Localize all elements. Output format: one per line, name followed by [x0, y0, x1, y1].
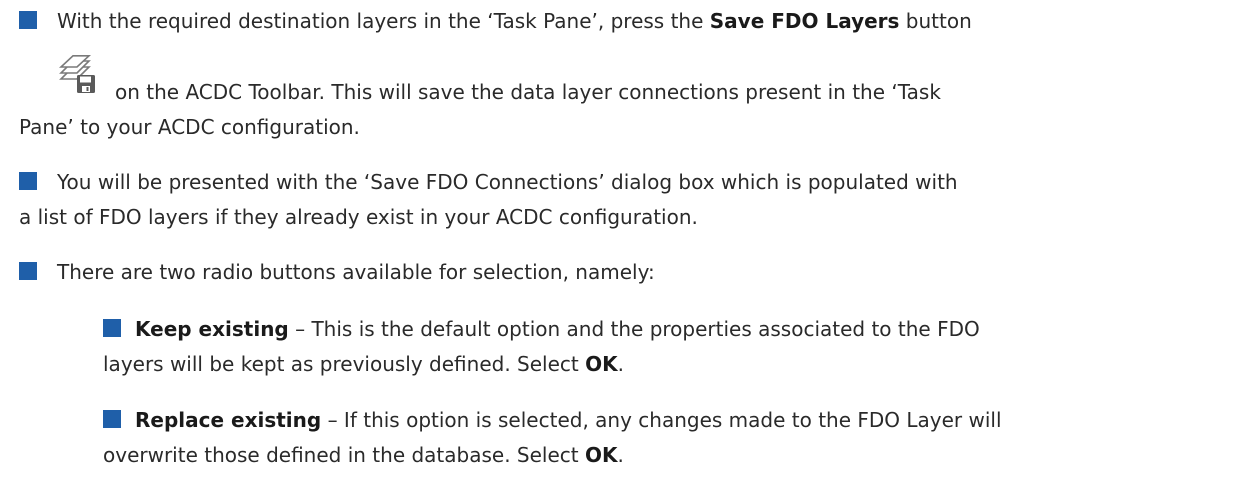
- bullet-2-text-1: You will be presented with the ‘Save FDO…: [57, 170, 958, 194]
- bullet-2-text-2: a list of FDO layers if they already exi…: [19, 205, 698, 229]
- bullet-1-text: With the required destination layers in …: [57, 9, 710, 33]
- bullet-1-line-1: With the required destination layers in …: [57, 8, 972, 34]
- keep-existing-label: Keep existing: [135, 317, 289, 341]
- replace-existing-label: Replace existing: [135, 408, 322, 432]
- bullet-1-text-3: Pane’ to your ACDC configuration.: [19, 115, 360, 139]
- ok-label: OK: [584, 443, 618, 467]
- sub-bullet-2-line-1: Replace existing – If this option is sel…: [135, 407, 1002, 433]
- sub-bullet-square: [103, 319, 121, 337]
- sub-bullet-2-text-1: – If this option is selected, any change…: [321, 408, 1002, 432]
- bullet-1-text-2: on the ACDC Toolbar. This will save the …: [115, 80, 941, 104]
- bullet-2-line-1: You will be presented with the ‘Save FDO…: [57, 169, 958, 195]
- bullet-1-line-3: Pane’ to your ACDC configuration.: [19, 114, 360, 140]
- bullet-3-line-1: There are two radio buttons available fo…: [57, 259, 655, 285]
- sub-bullet-2-text-2: overwrite those defined in the database.…: [103, 443, 585, 467]
- bullet-2-line-2: a list of FDO layers if they already exi…: [19, 204, 698, 230]
- bullet-square: [19, 172, 37, 190]
- ok-label: OK: [585, 352, 618, 376]
- save-fdo-layers-icon: [58, 55, 95, 93]
- sub-bullet-1-text-1: – This is the default option and the pro…: [288, 317, 980, 341]
- bullet-3-text-1: There are two radio buttons available fo…: [57, 260, 655, 284]
- sub-bullet-1-line-1: Keep existing – This is the default opti…: [135, 316, 980, 342]
- bullet-square: [19, 11, 37, 29]
- save-fdo-layers-label: Save FDO Layers: [709, 9, 900, 33]
- sub-bullet-2-text-end: .: [617, 443, 624, 467]
- sub-bullet-1-line-2: layers will be kept as previously define…: [103, 351, 624, 377]
- bullet-1-text-end: button: [899, 9, 972, 33]
- sub-bullet-square: [103, 410, 121, 428]
- bullet-square: [19, 262, 37, 280]
- sub-bullet-1-text-2: layers will be kept as previously define…: [103, 352, 586, 376]
- sub-bullet-1-text-end: .: [617, 352, 624, 376]
- bullet-1-line-2: on the ACDC Toolbar. This will save the …: [115, 79, 941, 105]
- sub-bullet-2-line-2: overwrite those defined in the database.…: [103, 442, 624, 468]
